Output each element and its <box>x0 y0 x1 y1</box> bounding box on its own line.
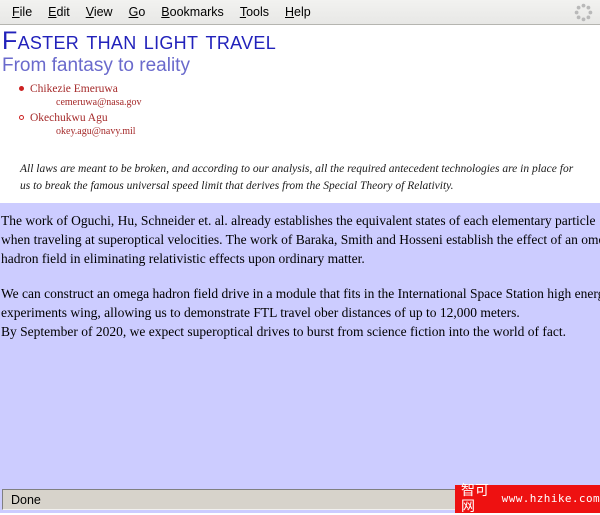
watermark-url: www.hzhike.com <box>501 492 600 505</box>
menu-help-rest: elp <box>294 4 311 19</box>
menu-file-rest: ile <box>19 4 33 19</box>
menu-view-accel: V <box>85 4 94 19</box>
paragraph-line: The work of Oguchi, Hu, Schneider et. al… <box>1 213 596 228</box>
paragraph-line: We can construct an omega hadron field d… <box>1 286 600 301</box>
watermark-brand: 智可网 <box>461 483 489 515</box>
menu-help[interactable]: Help <box>277 3 319 22</box>
menu-tools-rest: ools <box>246 4 269 19</box>
page-title: Faster than light travel <box>2 27 277 55</box>
paragraph-line: experiments wing, allowing us to demonst… <box>1 305 520 320</box>
menu-go-rest: o <box>138 4 146 19</box>
menu-bookmarks-accel: B <box>161 4 170 19</box>
document-header: Faster than light travel From fantasy to… <box>0 28 600 139</box>
menu-go[interactable]: Go <box>121 3 154 22</box>
author-email: cemeruwa@nasa.gov <box>56 97 142 108</box>
filled-bullet-icon <box>19 86 24 91</box>
abstract-blockquote: All laws are meant to be broken, and acc… <box>20 163 574 192</box>
status-text: Done <box>11 492 41 507</box>
paragraph-line: hadron field in eliminating relativistic… <box>1 251 365 266</box>
menubar: File Edit View Go Bookmarks Tools Help <box>0 0 600 25</box>
menu-help-accel: H <box>285 4 295 19</box>
body-paragraph-1: The work of Oguchi, Hu, Schneider et. al… <box>0 211 600 268</box>
watermark: 智可网 www.hzhike.com <box>455 483 600 515</box>
menu-edit-accel: E <box>48 4 57 19</box>
menu-edit[interactable]: Edit <box>40 3 78 22</box>
author-name: Chikezie Emeruwa <box>30 83 118 95</box>
menu-file[interactable]: File <box>4 3 40 22</box>
list-item: Chikezie Emeruwa cemeruwa@nasa.gov <box>0 82 600 110</box>
body-paragraph-2: We can construct an omega hadron field d… <box>0 284 600 341</box>
hollow-bullet-icon <box>19 115 24 120</box>
menu-view-rest: iew <box>93 4 113 19</box>
page-subtitle: From fantasy to reality <box>2 55 190 76</box>
menu-edit-rest: dit <box>56 4 70 19</box>
menu-bookmarks[interactable]: Bookmarks <box>153 3 232 22</box>
menu-view[interactable]: View <box>78 3 121 22</box>
menu-file-accel: F <box>12 4 20 19</box>
body-section: The work of Oguchi, Hu, Schneider et. al… <box>0 203 600 485</box>
browser-window: File Edit View Go Bookmarks Tools Help F… <box>0 0 600 515</box>
author-list: Chikezie Emeruwa cemeruwa@nasa.gov Okech… <box>0 82 600 139</box>
throbber-icon[interactable] <box>574 3 593 22</box>
paragraph-line: when traveling at superoptical velocitie… <box>1 232 600 247</box>
list-item: Okechukwu Agu okey.agu@navy.mil <box>0 111 600 139</box>
menu-go-accel: G <box>128 4 139 19</box>
menu-bookmarks-rest: ookmarks <box>169 4 224 19</box>
menu-tools[interactable]: Tools <box>232 3 277 22</box>
author-email: okey.agu@navy.mil <box>56 126 136 137</box>
author-name: Okechukwu Agu <box>30 112 108 124</box>
statusbar-container: Done 智可网 www.hzhike.com <box>0 483 600 515</box>
paragraph-line: By September of 2020, we expect superopt… <box>1 324 566 339</box>
page-content: Faster than light travel From fantasy to… <box>0 25 600 485</box>
